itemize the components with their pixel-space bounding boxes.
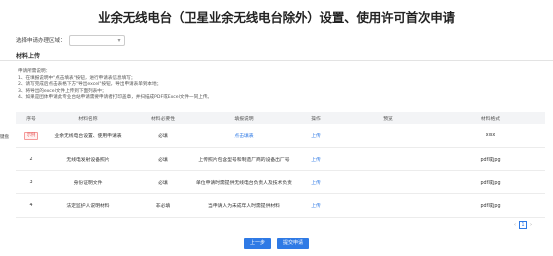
material-format: pdf或jpg [480,157,501,163]
table-row: 示例 业余无线电台设置、使用申请表 必填 点击填表 上传 xlsx [16,124,545,148]
upload-button[interactable]: 上传 [292,202,340,209]
page-title: 业余无线电台（卫星业余无线电台除外）设置、使用许可首次申请 [98,10,455,25]
row-number: 2 [29,156,33,162]
header-name: 材料名称 [78,116,98,122]
fill-form-link[interactable]: 点击填表 [196,132,292,139]
pagination: ‹ 1 › [514,221,532,229]
material-format: pdf或jpg [480,204,501,209]
chevron-down-icon: ▾ [117,36,121,44]
material-note: 单位申请时需提供无线电台负责人及技术负责人 [196,180,292,186]
material-format: pdf或jpg [480,180,501,186]
material-required: 必填 [158,180,168,186]
region-selector-row: 选择申请办理区域： ▾ [16,34,125,46]
table-row: 3 身份证明文件 必填 单位申请时需提供无线电台负责人及技术负责人 上传 pdf… [16,171,545,194]
header-operation: 操作 [311,116,321,122]
material-name: 身份证明文件 [73,180,103,186]
material-format: xlsx [485,133,496,138]
material-required: 必填 [158,157,168,163]
material-name: 法定监护人说明材料 [66,204,110,209]
material-name: 业余无线电台设置、使用申请表 [54,134,122,139]
material-required: 非必填 [155,204,171,209]
material-required: 必填 [158,134,168,139]
instruction-line: 4、如果是团体申请此专业台站申请需要申请者打印盖章，并扫描成PDF或Excel文… [18,95,213,101]
submit-application-button[interactable]: 提交申请 [277,238,310,249]
header-no: 序号 [26,116,36,122]
upload-button[interactable]: 上传 [292,156,340,163]
header-note: 填报说明 [234,116,254,122]
upload-button[interactable]: 上传 [292,132,340,139]
materials-table: 序号 材料名称 材料必要性 填报说明 操作 预览 材料格式 示例 业余无线电台设… [16,112,545,218]
previous-step-button[interactable]: 上一步 [243,238,271,249]
table-row: 2 无线电发射设备照片 必填 上传照片包含型号和制造厂商的设备出厂号 上传 pd… [16,148,545,171]
header-preview: 预览 [383,116,393,122]
table-header: 序号 材料名称 材料必要性 填报说明 操作 预览 材料格式 [16,112,545,124]
row-number: 4 [29,203,33,208]
material-name: 无线电发射设备照片 [66,157,110,163]
upload-button[interactable]: 上传 [292,179,340,186]
section-divider [0,60,553,61]
instruction-line: 申请所需说明： [18,69,51,74]
section-title: 材料上传 [16,53,41,60]
header-required: 材料必要性 [151,116,175,122]
example-tag: 示例 [23,131,39,140]
instructions: 申请所需说明： 1、在填报说明中"点击填表"按钮，进行申请表信息填写； 2、请写… [18,69,212,102]
table-row: 4 法定监护人说明材料 非必填 当申请人为未成年人时需提供材料 上传 pdf或j… [16,194,545,218]
region-label: 选择申请办理区域： [16,38,66,44]
material-note: 当申请人为未成年人时需提供材料 [208,204,280,209]
region-select[interactable]: ▾ [68,34,125,46]
header-format: 材料格式 [480,116,501,122]
side-note: 键盘 [0,135,9,140]
material-note: 上传照片包含型号和制造厂商的设备出厂号 [198,157,290,163]
prev-page-icon[interactable]: ‹ [514,222,516,228]
instruction-line: 2、请写完成后点击表格下方"导出excel"按钮，导出申请表单到本地； [18,82,162,88]
page-number[interactable]: 1 [519,221,527,229]
action-buttons: 上一步 提交申请 [0,238,553,249]
row-number: 3 [29,179,33,185]
next-page-icon[interactable]: › [530,222,532,228]
